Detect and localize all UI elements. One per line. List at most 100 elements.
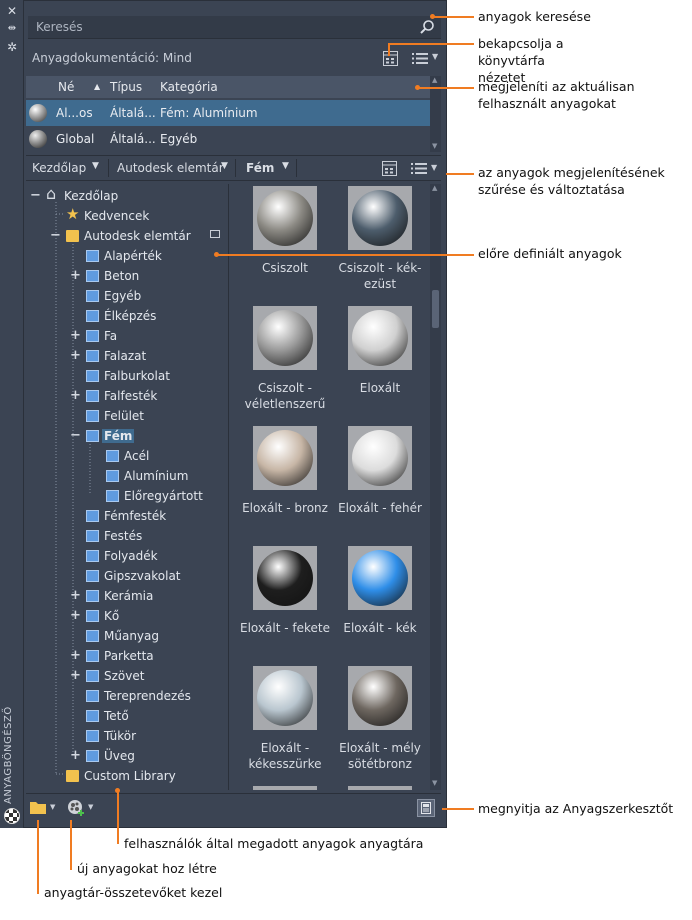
library-tree: − ⌂ Kezdőlap ★ Kedvencek − Autodesk elemtár Ala…: [26, 184, 228, 790]
expand-icon[interactable]: +: [70, 328, 81, 343]
library-icon: [86, 250, 99, 262]
expand-icon[interactable]: +: [70, 388, 81, 403]
library-icon: [86, 510, 99, 522]
expand-icon[interactable]: +: [70, 608, 81, 623]
scroll-up-icon[interactable]: ▲: [432, 184, 437, 192]
tree-item[interactable]: − Autodesk elemtár: [26, 226, 228, 246]
scroll-up-icon[interactable]: ▲: [432, 76, 437, 84]
tree-item[interactable]: Alumínium: [26, 466, 228, 486]
breadcrumb-home[interactable]: Kezdőlap: [32, 161, 86, 175]
scroll-down-icon[interactable]: ▼: [432, 779, 437, 787]
material-swatch[interactable]: [253, 306, 317, 370]
expand-icon[interactable]: +: [70, 588, 81, 603]
callout-create: új anyagokat hoz létre: [77, 861, 217, 876]
tree-item[interactable]: + Kerámia: [26, 586, 228, 606]
tree-item[interactable]: Tereprendezés: [26, 686, 228, 706]
material-swatch[interactable]: [253, 546, 317, 610]
material-swatch[interactable]: [253, 426, 317, 490]
tree-item-label: Egyéb: [104, 289, 142, 303]
column-name[interactable]: Né: [58, 80, 74, 94]
tree-item[interactable]: Egyéb: [26, 286, 228, 306]
toggle-library-tree-icon[interactable]: [383, 51, 398, 66]
callout-line: [216, 254, 474, 256]
tree-item[interactable]: Acél: [26, 446, 228, 466]
tree-item[interactable]: Fémfesték: [26, 506, 228, 526]
filter-display-options-icon[interactable]: [411, 162, 429, 175]
tree-item[interactable]: Tető: [26, 706, 228, 726]
tree-item[interactable]: + Fa: [26, 326, 228, 346]
tree-item[interactable]: − ⌂ Kezdőlap: [26, 185, 228, 206]
tree-item[interactable]: + Parketta: [26, 646, 228, 666]
tree-item[interactable]: + Üveg: [26, 746, 228, 766]
callout-line: [432, 16, 474, 18]
material-swatch[interactable]: [348, 546, 412, 610]
tree-item[interactable]: + Falfesték: [26, 386, 228, 406]
library-icon: [86, 430, 99, 442]
tree-item[interactable]: Folyadék: [26, 546, 228, 566]
auto-hide-icon[interactable]: ⇹: [5, 22, 19, 36]
breadcrumb-home-dropdown-icon[interactable]: ▼: [92, 161, 99, 171]
material-swatch[interactable]: [348, 786, 412, 790]
search-icon[interactable]: [419, 19, 435, 35]
breadcrumb-metal-dropdown-icon[interactable]: ▼: [282, 161, 289, 171]
material-swatch[interactable]: [348, 666, 412, 730]
tree-item[interactable]: + Falazat: [26, 346, 228, 366]
tree-item[interactable]: Custom Library: [26, 766, 228, 786]
material-browser-icon: [4, 808, 20, 824]
expand-icon[interactable]: +: [70, 648, 81, 663]
breadcrumb-library-dropdown-icon[interactable]: ▼: [221, 161, 228, 171]
tree-item[interactable]: − Fém: [26, 426, 228, 446]
material-swatch[interactable]: [348, 306, 412, 370]
material-swatch[interactable]: [348, 426, 412, 490]
close-icon[interactable]: ✕: [5, 4, 19, 18]
tree-item[interactable]: Élképzés: [26, 306, 228, 326]
tree-item[interactable]: Felület: [26, 406, 228, 426]
tree-item[interactable]: Tükör: [26, 726, 228, 746]
tree-item[interactable]: Festés: [26, 526, 228, 546]
collapse-icon[interactable]: −: [30, 188, 41, 203]
create-material-icon[interactable]: [67, 799, 85, 817]
tree-item[interactable]: Műanyag: [26, 626, 228, 646]
material-swatch[interactable]: [253, 666, 317, 730]
settings-icon[interactable]: ✲: [5, 40, 19, 54]
expand-icon[interactable]: +: [70, 348, 81, 363]
library-view-icon[interactable]: [382, 161, 397, 176]
callout-search: anyagok keresése: [478, 9, 591, 24]
create-material-dropdown-icon[interactable]: ▼: [88, 803, 93, 811]
tree-item[interactable]: Előregyártott: [26, 486, 228, 506]
tree-item[interactable]: Alapérték: [26, 246, 228, 266]
tree-item[interactable]: ★ Kedvencek: [26, 206, 228, 226]
tree-item[interactable]: + Szövet: [26, 666, 228, 686]
expand-icon[interactable]: +: [70, 748, 81, 763]
table-row[interactable]: Al...os Általá... Fém: Alumínium: [26, 100, 430, 126]
table-row[interactable]: Global Általá... Egyéb: [26, 126, 430, 152]
expand-icon[interactable]: +: [70, 268, 81, 283]
filter-dropdown-icon[interactable]: ▼: [431, 163, 437, 172]
manage-library-dropdown-icon[interactable]: ▼: [50, 803, 55, 811]
breadcrumb-metal[interactable]: Fém: [246, 161, 274, 175]
breadcrumb-autodesk-library[interactable]: Autodesk elemtár: [117, 161, 224, 175]
column-category[interactable]: Kategória: [160, 80, 218, 94]
scroll-down-icon[interactable]: ▼: [432, 142, 437, 150]
material-swatch[interactable]: [253, 786, 317, 790]
tree-item[interactable]: + Kő: [26, 606, 228, 626]
tree-item[interactable]: Gipszvakolat: [26, 566, 228, 586]
column-type[interactable]: Típus: [110, 80, 142, 94]
callout-line: [388, 43, 474, 45]
search-field[interactable]: Keresés: [28, 16, 441, 39]
material-editor-button[interactable]: [417, 799, 435, 817]
tree-item-label: Szövet: [104, 669, 145, 683]
collapse-icon[interactable]: −: [50, 228, 61, 243]
material-swatch[interactable]: [253, 186, 317, 250]
swatch-scrollbar-thumb[interactable]: [432, 290, 439, 328]
swatch-scrollbar[interactable]: ▲ ▼: [430, 184, 441, 790]
collapse-icon[interactable]: −: [70, 428, 81, 443]
tree-item[interactable]: + Beton: [26, 266, 228, 286]
view-options-icon[interactable]: [412, 52, 430, 65]
view-options-dropdown-icon[interactable]: ▼: [432, 52, 438, 61]
expand-icon[interactable]: +: [70, 668, 81, 683]
tree-item[interactable]: Falburkolat: [26, 366, 228, 386]
material-swatch[interactable]: [348, 186, 412, 250]
manage-library-icon[interactable]: [30, 801, 46, 814]
callout-dot: [430, 14, 435, 19]
